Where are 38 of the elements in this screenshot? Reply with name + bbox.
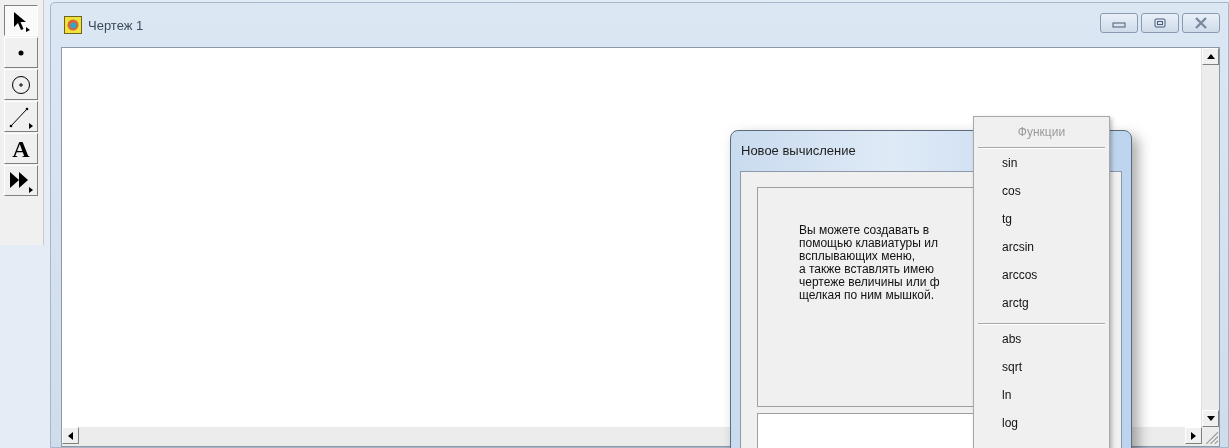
right-arrow-icon (1191, 431, 1196, 440)
scroll-up-button[interactable] (1202, 48, 1219, 65)
circle-tool-button[interactable] (4, 69, 38, 100)
scroll-right-button[interactable] (1185, 427, 1202, 444)
menu-item[interactable]: abs (978, 325, 1105, 353)
menu-item[interactable]: tg (978, 205, 1105, 233)
menu-item[interactable]: arcsin (978, 233, 1105, 261)
menu-item[interactable]: arccos (978, 261, 1105, 289)
close-icon (1194, 17, 1208, 29)
menu-item[interactable]: cos (978, 177, 1105, 205)
scroll-down-button[interactable] (1202, 410, 1219, 427)
document-icon (64, 16, 82, 34)
arrow-tool-button[interactable] (4, 5, 38, 36)
point-tool-button[interactable] (4, 37, 38, 68)
more-tool-button[interactable] (4, 165, 38, 196)
segment-tool-button[interactable] (4, 101, 38, 132)
up-arrow-icon (1206, 54, 1215, 59)
left-arrow-icon (68, 431, 73, 440)
menu-item[interactable]: ln (978, 381, 1105, 409)
restore-icon (1154, 18, 1166, 28)
down-arrow-icon (1206, 416, 1215, 421)
menu-item[interactable]: sqrt (978, 353, 1105, 381)
menu-item[interactable]: sin (978, 149, 1105, 177)
text-tool-button[interactable]: A (4, 133, 38, 164)
menu-item[interactable]: log (978, 409, 1105, 437)
circle-icon (11, 74, 31, 95)
point-icon (17, 48, 25, 57)
vertical-scrollbar[interactable] (1201, 48, 1219, 427)
close-button[interactable] (1182, 13, 1220, 33)
menu-header: Функции (1016, 124, 1067, 141)
dialog-title: Новое вычисление (740, 142, 856, 160)
scroll-left-button[interactable] (62, 427, 79, 444)
window-title: Чертеж 1 (88, 17, 144, 33)
menu-item[interactable]: arctg (978, 289, 1105, 317)
arrow-icon (11, 9, 31, 32)
info-text: Вы можете создавать в помощью клавиатуры ил всплывающих меню, а также вставлять имею чертеже величины или ф щелкая по ним мышкой. (799, 224, 940, 302)
maximize-button[interactable] (1141, 13, 1179, 33)
resize-grip-icon[interactable] (1202, 427, 1219, 446)
